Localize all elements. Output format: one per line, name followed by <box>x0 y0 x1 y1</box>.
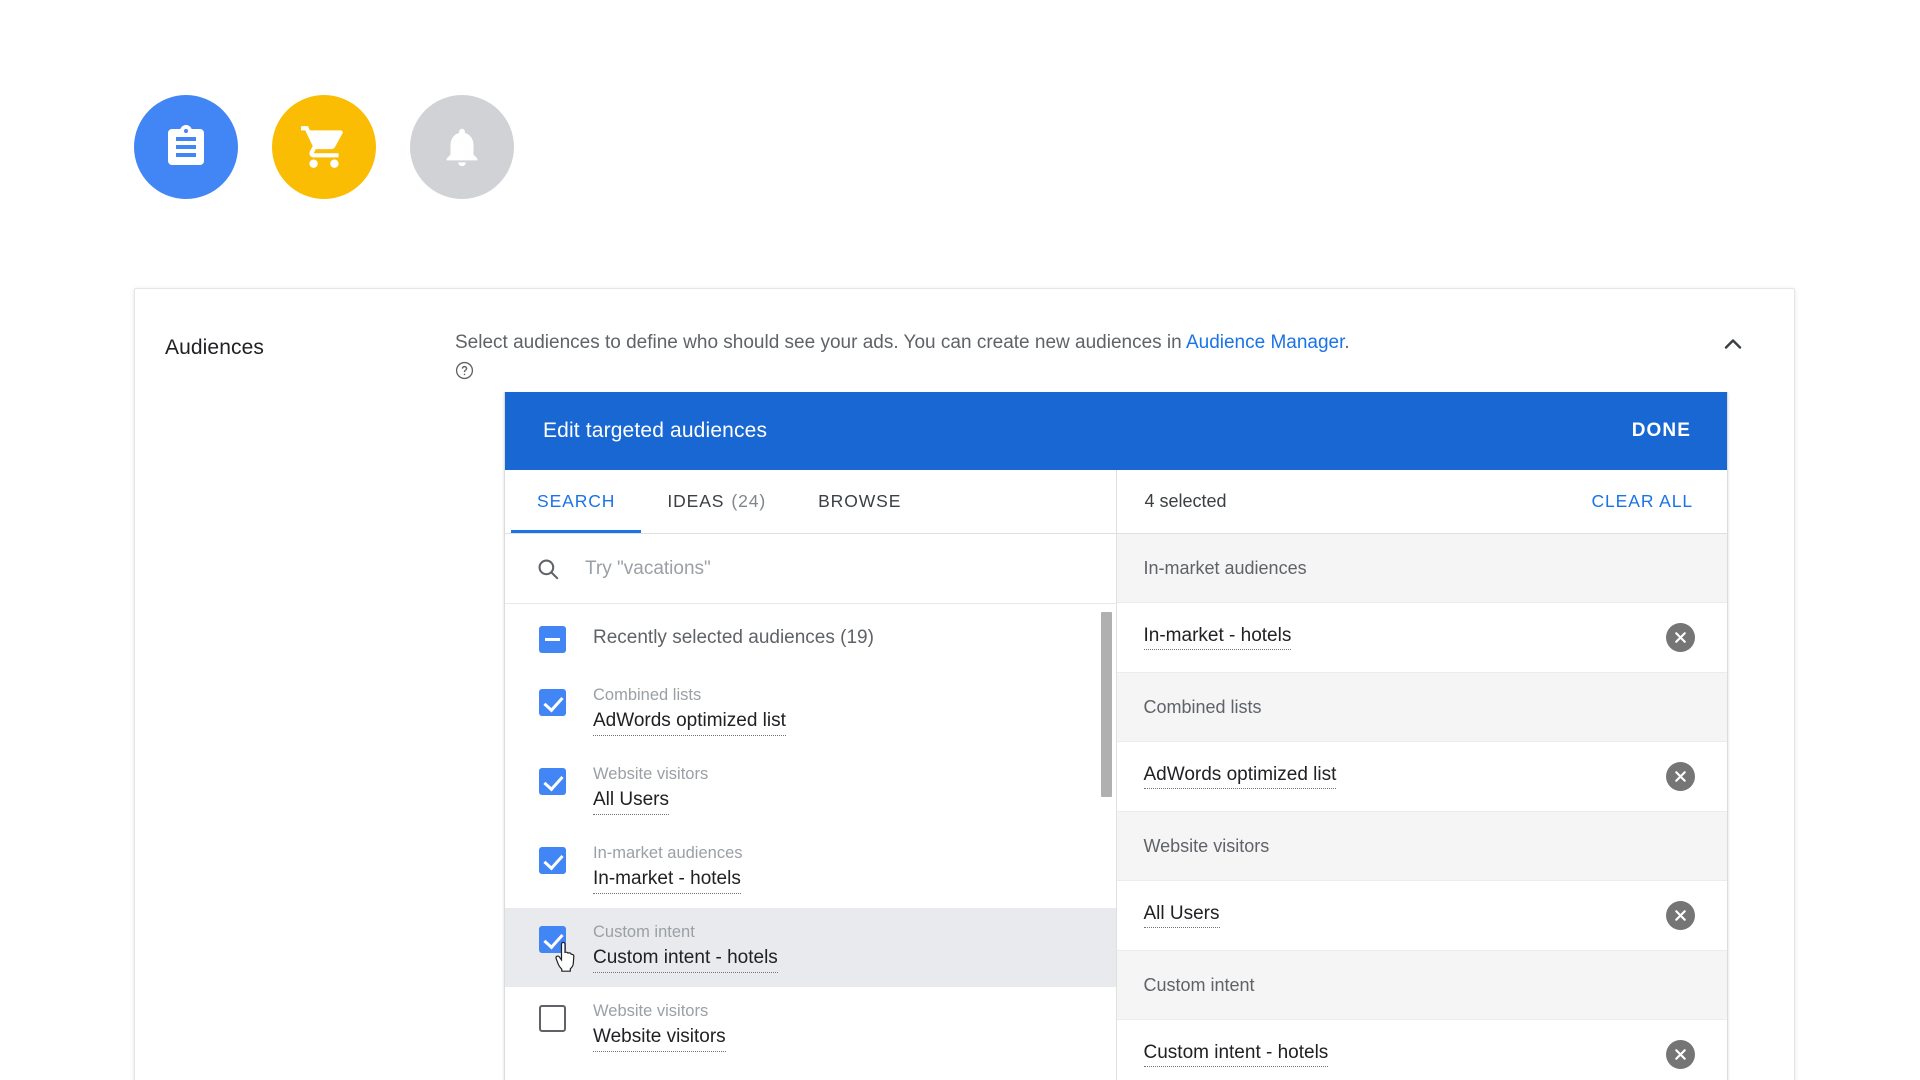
page-root: Audiences Select audiences to define who… <box>0 0 1920 1080</box>
selected-summary-bar: 4 selected CLEAR ALL <box>1116 470 1727 534</box>
close-circle-icon[interactable] <box>1666 623 1695 652</box>
help-circle-icon[interactable] <box>455 361 474 380</box>
selected-group-header: Custom intent <box>1116 951 1727 1020</box>
selected-group-header: In-market audiences <box>1116 534 1727 603</box>
selected-item-name: All Users <box>1143 903 1220 928</box>
selected-group-header: Website visitors <box>1116 812 1727 881</box>
list-item[interactable]: Website visitors All Users <box>505 750 1116 829</box>
top-icon-row <box>134 95 514 199</box>
list-item-name: All Users <box>593 787 670 815</box>
list-item[interactable]: Recently selected audiences (19) <box>505 604 1116 671</box>
list-item-category: Custom intent <box>593 923 695 941</box>
page-title: Audiences <box>165 336 264 359</box>
list-item-category: Combined lists <box>593 686 702 704</box>
list-item-name: Website visitors <box>593 1024 726 1052</box>
selected-item-name: In-market - hotels <box>1143 625 1292 650</box>
checkbox-all-users[interactable] <box>539 768 566 795</box>
list-item-name: Custom intent - hotels <box>593 945 778 973</box>
list-item[interactable]: Custom intent Custom intent - hotels <box>505 908 1116 987</box>
checkbox-custom-intent-hotels[interactable] <box>539 926 566 953</box>
close-circle-icon[interactable] <box>1666 901 1695 930</box>
shopping-cart-icon-button[interactable] <box>272 95 376 199</box>
description-text-1: Select audiences to define who should se… <box>455 332 1186 353</box>
clipboard-icon-button[interactable] <box>134 95 238 199</box>
search-input[interactable] <box>585 557 1065 580</box>
selected-item: Custom intent - hotels <box>1116 1020 1727 1080</box>
checkbox-recently-selected[interactable] <box>539 626 566 653</box>
audience-list: Recently selected audiences (19) Combine… <box>505 604 1116 1074</box>
checkbox-website-visitors[interactable] <box>539 1005 566 1032</box>
list-item-name: In-market - hotels <box>593 866 741 894</box>
list-item[interactable]: Combined lists AdWords optimized list <box>505 671 1116 750</box>
audience-picker: Edit targeted audiences DONE SEARCH IDEA… <box>504 392 1728 1080</box>
selected-count-label: 4 selected <box>1144 491 1227 511</box>
search-icon <box>535 556 561 582</box>
selected-item-name: Custom intent - hotels <box>1143 1042 1329 1067</box>
description-text-2: . <box>1344 332 1350 353</box>
tab-browse[interactable]: BROWSE <box>792 470 927 533</box>
picker-tabs: SEARCH IDEAS (24) BROWSE <box>505 470 1116 534</box>
tab-search-label: SEARCH <box>537 491 616 511</box>
list-item[interactable]: Website visitors Website visitors <box>505 987 1116 1066</box>
search-row <box>505 534 1116 604</box>
bell-icon <box>446 128 478 167</box>
checkbox-adwords-optimized-list[interactable] <box>539 689 566 716</box>
list-item[interactable]: In-market audiences In-market - hotels <box>505 829 1116 908</box>
list-item-label: Recently selected audiences (19) <box>593 627 874 648</box>
chevron-up-icon <box>1724 339 1742 349</box>
tab-browse-label: BROWSE <box>818 491 902 511</box>
selected-item-name: AdWords optimized list <box>1143 764 1337 789</box>
bell-icon-button[interactable] <box>410 95 514 199</box>
picker-body: SEARCH IDEAS (24) BROWSE Try "vacations"… <box>505 470 1727 1080</box>
clipboard-icon <box>168 125 204 165</box>
picker-title: Edit targeted audiences <box>543 419 768 442</box>
selected-item: All Users <box>1116 881 1727 951</box>
close-circle-icon[interactable] <box>1666 762 1695 791</box>
checkbox-in-market-hotels[interactable] <box>539 847 566 874</box>
list-item-category: In-market audiences <box>593 844 743 862</box>
tab-ideas-count: (24) <box>731 491 767 511</box>
picker-header-bar: Edit targeted audiences DONE <box>505 392 1727 470</box>
card-header: Audiences Select audiences to define who… <box>135 289 1794 385</box>
selected-item: AdWords optimized list <box>1116 742 1727 812</box>
list-item-category: Website visitors <box>593 765 709 783</box>
done-button[interactable]: DONE <box>1632 420 1691 442</box>
tab-ideas[interactable]: IDEAS (24) <box>641 470 792 533</box>
card-description: Select audiences to define who should se… <box>455 317 1794 385</box>
shopping-cart-icon <box>301 126 343 168</box>
picker-right-pane: 4 selected CLEAR ALL In-market audiences… <box>1116 470 1727 1080</box>
audience-manager-link[interactable]: Audience Manager <box>1186 332 1344 353</box>
collapse-section-button[interactable] <box>1716 327 1750 361</box>
tab-search[interactable]: SEARCH <box>511 470 642 533</box>
selected-item: In-market - hotels <box>1116 603 1727 673</box>
tab-ideas-label: IDEAS <box>667 491 725 511</box>
list-item-category: Website visitors <box>593 1002 709 1020</box>
list-item-name: AdWords optimized list <box>593 708 786 736</box>
list-scrollbar[interactable] <box>1100 612 1112 797</box>
close-circle-icon[interactable] <box>1666 1040 1695 1069</box>
selected-audiences-list: In-market audiences In-market - hotels C… <box>1116 534 1727 1080</box>
picker-left-pane: SEARCH IDEAS (24) BROWSE Try "vacations"… <box>505 470 1117 1080</box>
clear-all-button[interactable]: CLEAR ALL <box>1592 491 1694 512</box>
selected-group-header: Combined lists <box>1116 673 1727 742</box>
